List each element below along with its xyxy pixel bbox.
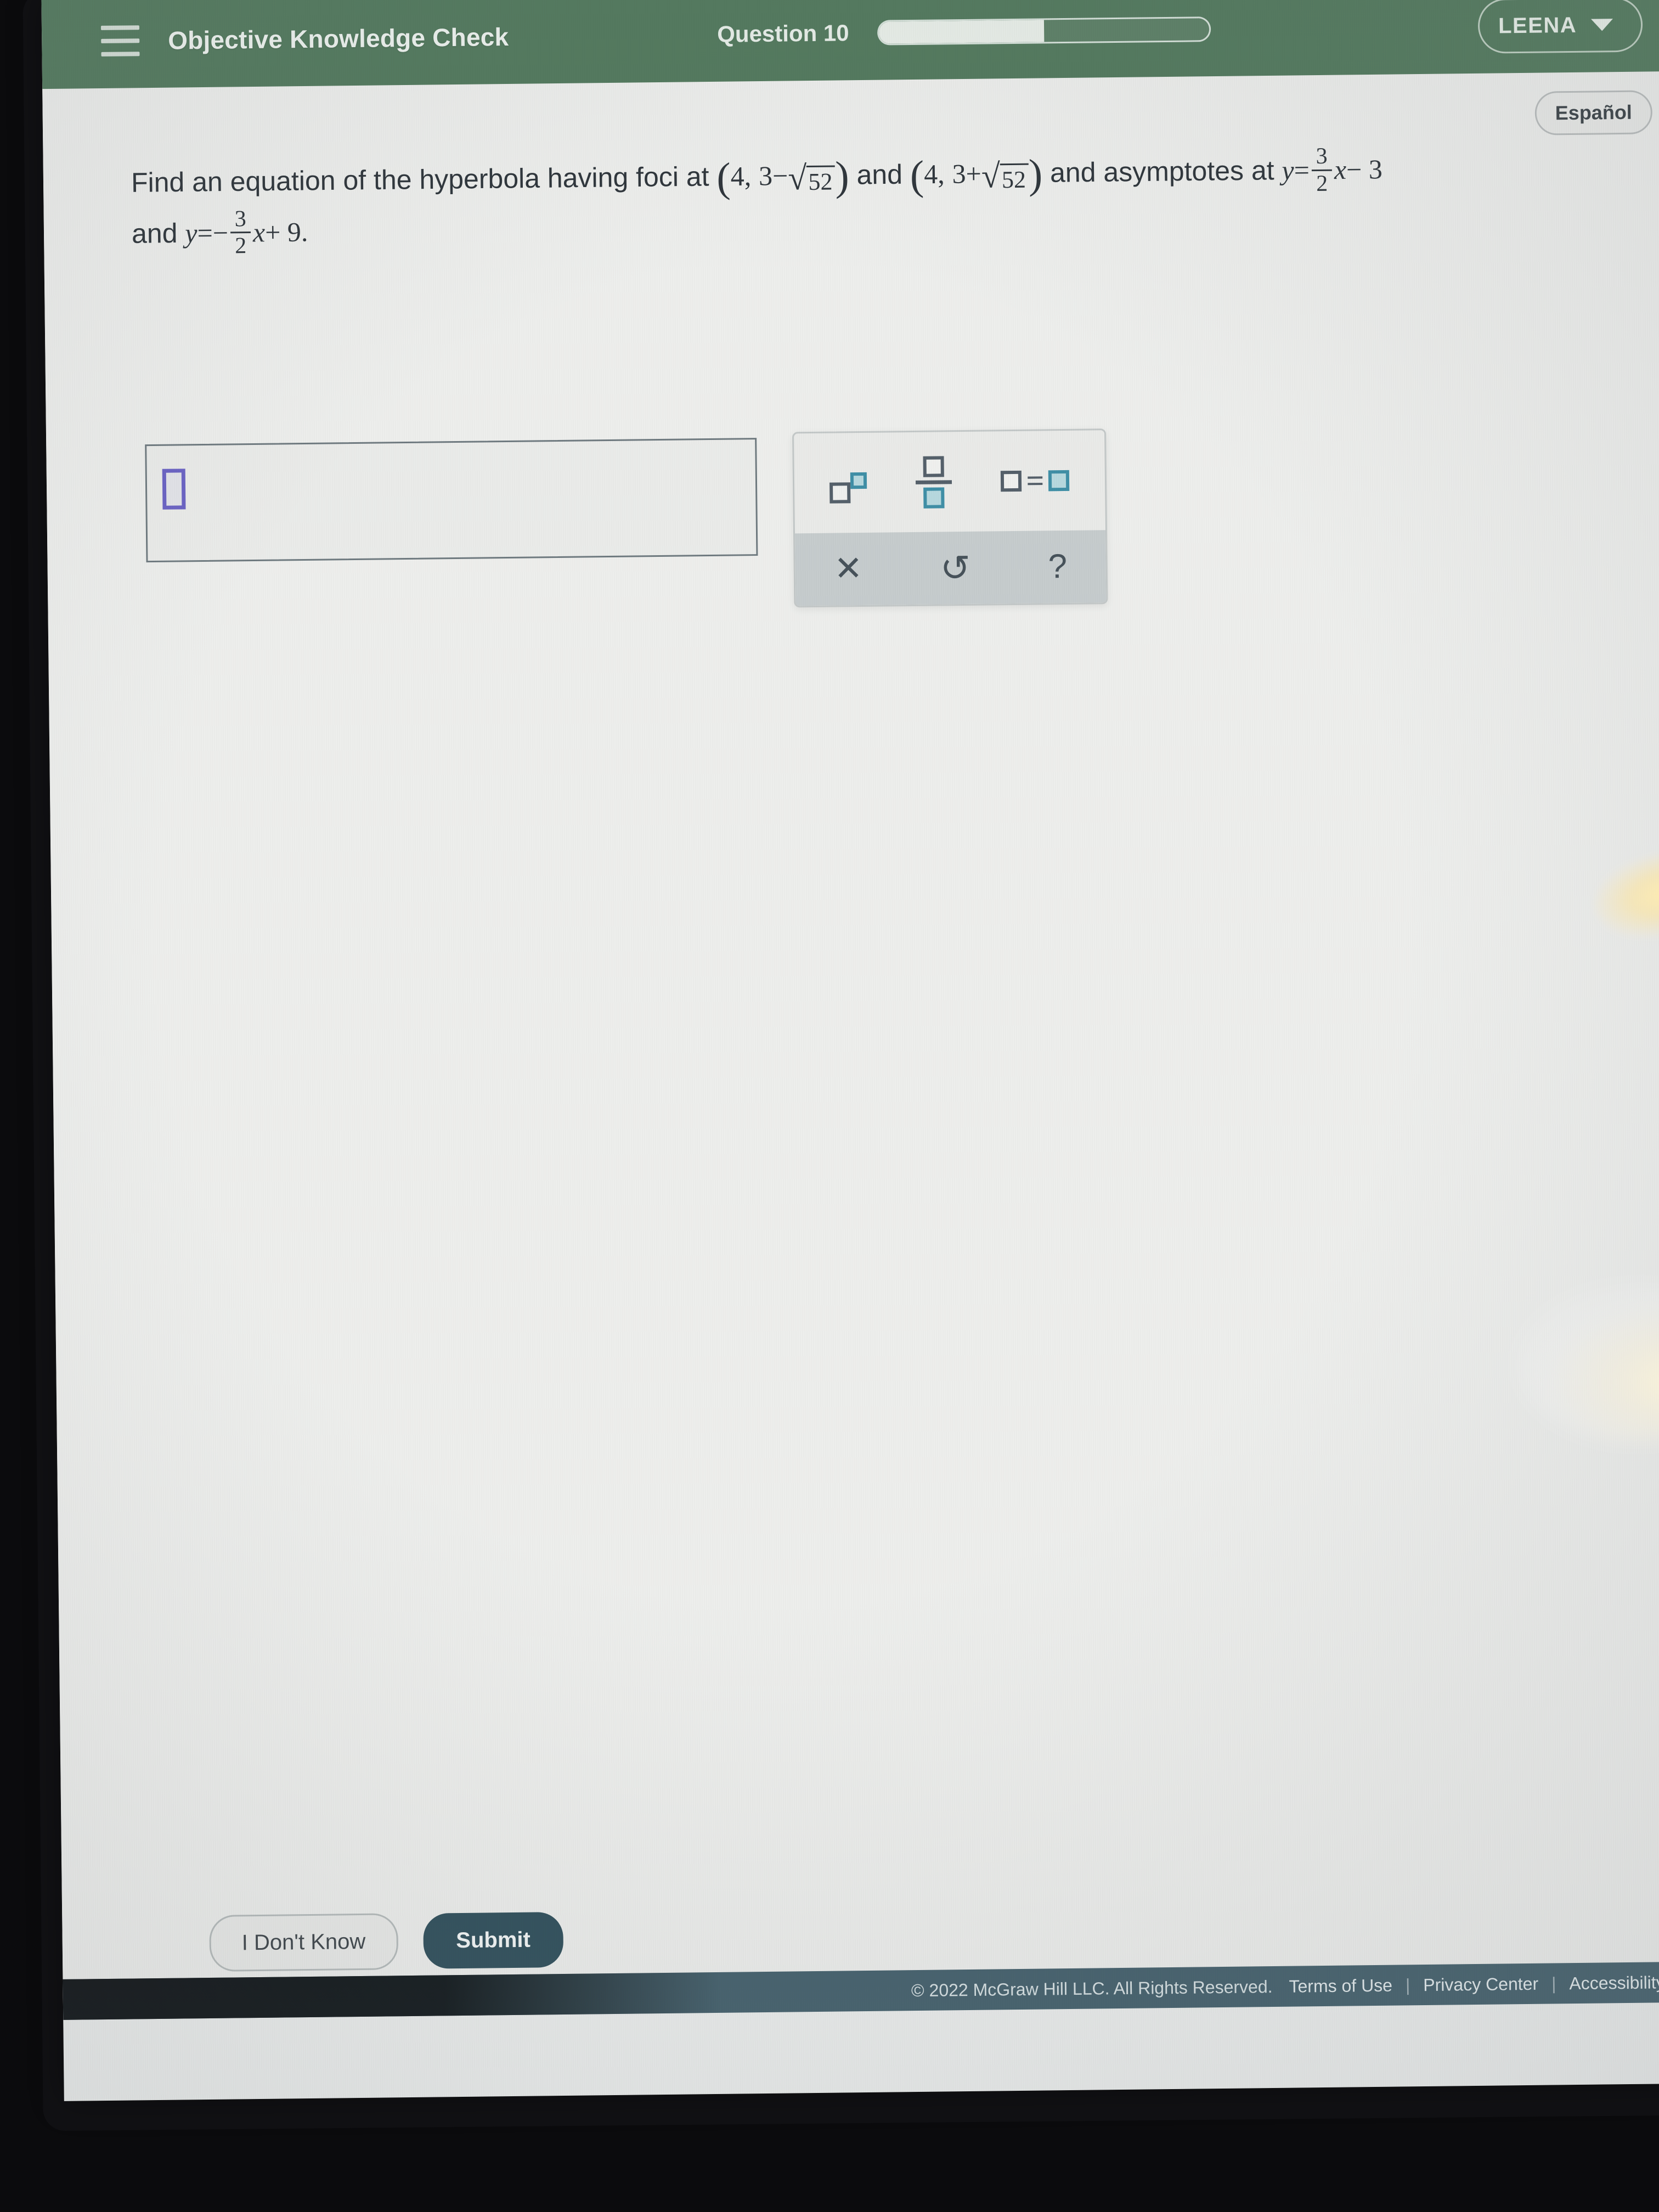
question-lead: Find an equation of the hyperbola having… — [131, 161, 709, 198]
focus1-op: − — [772, 160, 788, 191]
question-prompt: Find an equation of the hyperbola having… — [131, 144, 1581, 261]
help-icon[interactable]: ? — [1048, 548, 1067, 585]
focus1-comma: , — [744, 160, 752, 191]
focus1-sqrt: √ 52 — [787, 159, 836, 197]
equals-right-box-icon — [1048, 470, 1070, 492]
exponent-power-box-icon — [850, 472, 867, 489]
open-paren: ( — [910, 152, 924, 199]
fraction-denominator-box-icon — [923, 487, 945, 509]
fraction-numerator: 3 — [1316, 143, 1328, 170]
user-menu-button[interactable]: LEENA — [1477, 0, 1643, 54]
page-title: Objective Knowledge Check — [167, 22, 509, 55]
fraction-denominator: 2 — [1311, 169, 1333, 196]
tablet-photo: Objective Knowledge Check Question 10 LE… — [0, 0, 1659, 2212]
hamburger-menu-icon[interactable] — [100, 25, 140, 57]
footer-separator: | — [1551, 1973, 1556, 1994]
espanol-button[interactable]: Español — [1534, 90, 1653, 136]
focus1-radicand: 52 — [806, 165, 836, 195]
question-page: Español Find an equation of the hyperbol… — [42, 71, 1659, 2020]
hamburger-line — [101, 52, 140, 57]
answer-placeholder-box-icon — [162, 469, 186, 510]
fraction-numerator-box-icon — [923, 455, 945, 477]
clear-icon[interactable]: ✕ — [834, 550, 863, 588]
asymptote2-sign: − — [212, 217, 229, 248]
fraction-numerator: 3 — [234, 206, 246, 232]
focus2-x: 4 — [923, 158, 938, 190]
equals-sign-icon: = — [1026, 462, 1045, 499]
answer-input[interactable] — [145, 438, 758, 563]
i-dont-know-button[interactable]: I Don't Know — [209, 1912, 398, 1972]
privacy-center-link[interactable]: Privacy Center — [1423, 1973, 1538, 1995]
exponent-button[interactable] — [830, 472, 867, 504]
fraction-bar-icon — [916, 479, 952, 484]
open-paren: ( — [716, 154, 731, 201]
focus2-sqrt: √ 52 — [981, 157, 1029, 195]
question-mid: and asymptotes at — [1049, 155, 1274, 188]
copyright-text: © 2022 McGraw Hill LLC. All Rights Reser… — [911, 1976, 1273, 2000]
asymptote1-eq: = — [1294, 154, 1310, 185]
exponent-base-box-icon — [830, 482, 851, 504]
terms-of-use-link[interactable]: Terms of Use — [1289, 1975, 1392, 1996]
question-conj: and — [856, 159, 903, 190]
undo-icon[interactable]: ↺ — [940, 548, 970, 589]
equals-button[interactable]: = — [1001, 462, 1070, 499]
hamburger-line — [101, 38, 140, 43]
tablet-screen: Objective Knowledge Check Question 10 LE… — [41, 0, 1659, 2101]
footer-separator: | — [1405, 1974, 1410, 1995]
asymptote2-y: y — [185, 217, 198, 249]
radical-symbol: √ — [981, 157, 1001, 195]
asymptote1-y: y — [1282, 154, 1295, 186]
focus2-y: 3 — [952, 158, 966, 189]
asymptote2-tail: + 9. — [264, 216, 308, 247]
asymptote2-var: x — [252, 216, 266, 248]
question-and: and — [131, 217, 178, 249]
close-paren: ) — [834, 153, 850, 200]
asymptote2-eq: = — [197, 217, 213, 249]
accessibility-link[interactable]: Accessibility — [1569, 1972, 1659, 1994]
chevron-down-icon — [1591, 19, 1613, 31]
radical-symbol: √ — [787, 159, 807, 197]
focus2-radicand: 52 — [1000, 163, 1029, 193]
hamburger-line — [100, 25, 140, 30]
math-toolbar: = ✕ ↺ ? — [792, 428, 1108, 608]
focus2-op: + — [966, 158, 982, 189]
fraction-denominator: 2 — [230, 232, 251, 259]
progress-bar-fill — [879, 20, 1045, 44]
focus1-x: 4 — [730, 160, 745, 192]
asymptote1-var: x — [1334, 154, 1347, 185]
question-counter: Question 10 — [716, 20, 849, 47]
math-toolbar-actions-row: ✕ ↺ ? — [795, 530, 1107, 606]
equals-left-box-icon — [1001, 470, 1022, 492]
asymptote2-fraction: 32 — [230, 206, 251, 259]
close-paren: ) — [1028, 150, 1043, 198]
asymptote1-fraction: 32 — [1311, 143, 1333, 196]
fraction-button[interactable] — [916, 455, 952, 509]
progress-bar — [877, 16, 1211, 46]
focus2-comma: , — [937, 158, 945, 189]
focus1-y: 3 — [758, 160, 773, 191]
asymptote1-tail: − 3 — [1346, 154, 1383, 185]
user-name-label: LEENA — [1498, 13, 1577, 38]
submit-button[interactable]: Submit — [422, 1911, 564, 1969]
math-toolbar-symbols-row: = — [794, 430, 1105, 533]
